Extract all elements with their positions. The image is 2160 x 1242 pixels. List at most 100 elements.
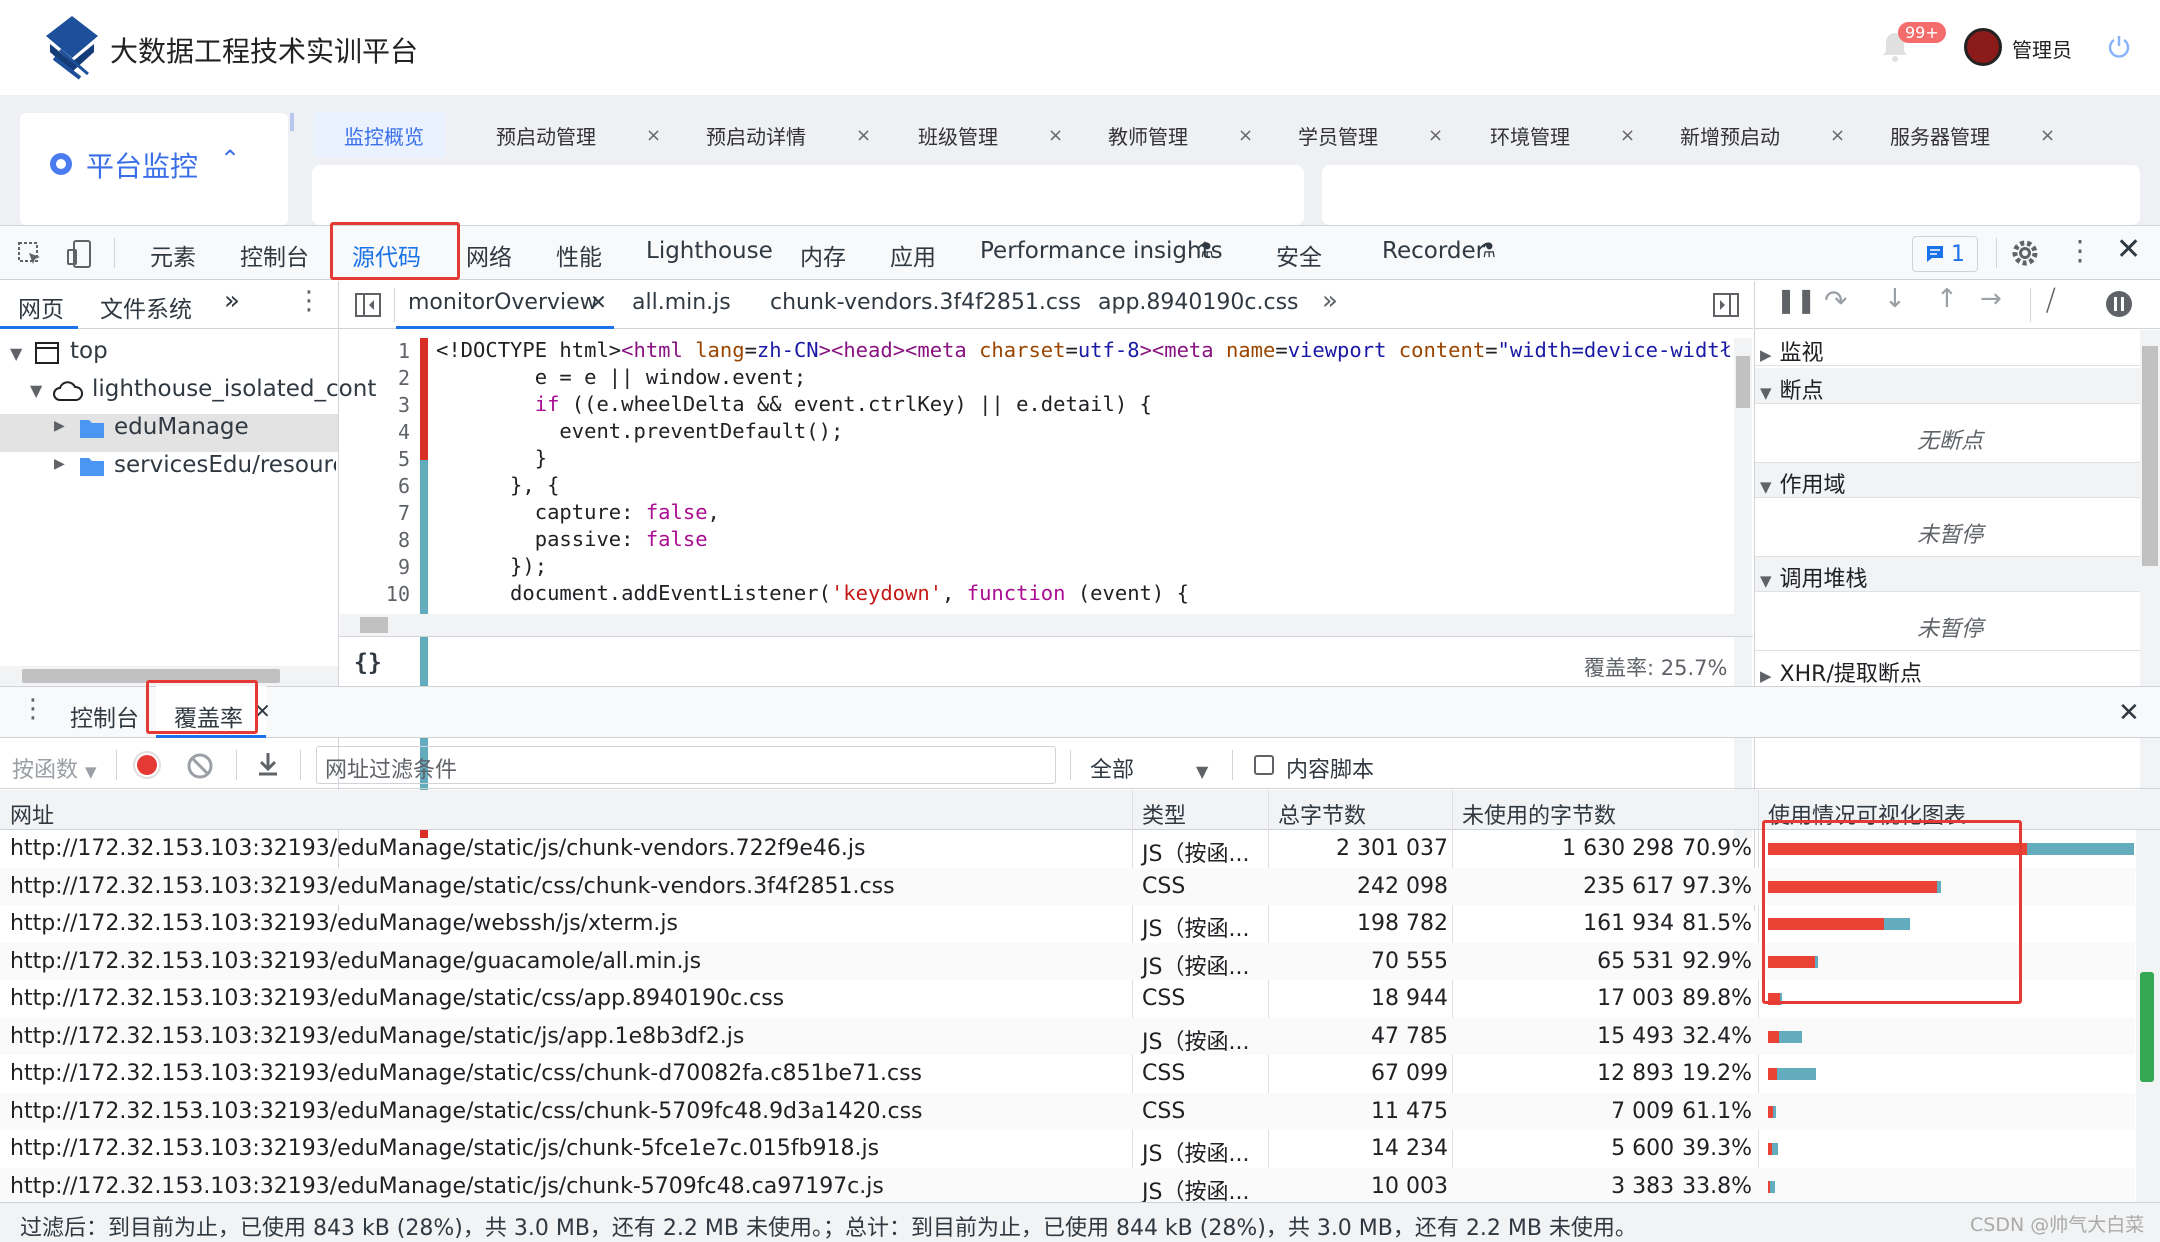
close-tab-icon[interactable]: × [1238, 125, 1253, 146]
collapsed-arrow-icon[interactable]: ▶ [54, 456, 65, 472]
line-number[interactable]: 2 [360, 366, 410, 390]
app-tab[interactable]: 学员管理 × [1298, 112, 1443, 158]
devtools-tab[interactable]: Lighthouse [646, 238, 773, 264]
code-line[interactable]: }); [436, 554, 547, 578]
step-over-icon[interactable]: ↷ [1824, 284, 1847, 317]
close-tab-icon[interactable]: × [1048, 125, 1063, 146]
code-line[interactable]: }, { [436, 473, 559, 497]
scrollbar-thumb[interactable] [2142, 346, 2158, 566]
settings-gear-icon[interactable] [2010, 238, 2040, 268]
tree-item-top[interactable]: top [70, 338, 108, 364]
app-tab[interactable]: 预启动详情 × [706, 112, 871, 158]
line-number[interactable]: 8 [360, 528, 410, 552]
close-tab-icon[interactable]: × [1428, 125, 1443, 146]
table-row[interactable]: http://172.32.153.103:32193/eduManage/st… [0, 1017, 2135, 1055]
devtools-tab[interactable]: 网络 [466, 238, 512, 272]
file-tab[interactable]: chunk-vendors.3f4f2851.css [770, 290, 1081, 315]
code-line[interactable]: <!DOCTYPE html><html lang=zh-CN><head><m… [436, 338, 1732, 362]
pretty-print-button[interactable]: {} [354, 650, 382, 676]
app-tab[interactable]: 环境管理 × [1490, 112, 1635, 158]
close-tab-icon[interactable]: × [646, 125, 661, 146]
close-devtools-icon[interactable]: ✕ [2116, 232, 2141, 267]
toggle-navigator-icon[interactable] [354, 292, 382, 318]
line-number[interactable]: 3 [360, 393, 410, 417]
pause-on-exceptions-icon[interactable] [2104, 289, 2134, 319]
editor-h-scrollbar[interactable] [340, 614, 1734, 636]
pause-icon[interactable]: ❚❚ [1776, 286, 1816, 314]
close-file-tab-icon[interactable]: ✕ [590, 290, 607, 314]
line-number[interactable]: 5 [360, 447, 410, 471]
app-tab[interactable]: 监控概览 [344, 112, 424, 158]
export-download-icon[interactable] [254, 750, 282, 778]
tree-item-edumanage[interactable]: eduManage [114, 414, 249, 440]
chevron-up-icon[interactable]: ⌃ [220, 145, 240, 173]
col-header-unused[interactable]: 未使用的字节数 [1462, 798, 1616, 830]
more-tabs-chevron-icon[interactable]: » [224, 286, 240, 316]
issues-button[interactable]: 1 [1912, 236, 1978, 272]
app-tab[interactable]: 预启动管理 × [496, 112, 661, 158]
close-tab-icon[interactable]: × [1830, 125, 1845, 146]
step-into-icon[interactable]: ↓ [1884, 284, 1906, 314]
expand-arrow-icon[interactable]: ▼ [10, 344, 22, 363]
app-tab[interactable]: 教师管理 × [1108, 112, 1253, 158]
coverage-mode-select[interactable]: 按函数 ▼ [12, 752, 97, 784]
table-row[interactable]: http://172.32.153.103:32193/eduManage/st… [0, 1055, 2135, 1093]
file-tab[interactable]: all.min.js [632, 290, 731, 315]
tree-item-lighthouse[interactable]: lighthouse_isolated_cont [92, 376, 376, 402]
more-vert-icon[interactable]: ⋮ [296, 286, 322, 316]
devtools-tab[interactable]: 控制台 [240, 238, 309, 272]
clear-icon[interactable] [186, 752, 214, 780]
file-tab[interactable]: app.8940190c.css [1098, 290, 1299, 315]
close-tab-icon[interactable]: × [856, 125, 871, 146]
code-line[interactable]: document.addEventListener('keydown', fun… [436, 581, 1189, 605]
power-icon[interactable] [2106, 34, 2132, 60]
section-xhr[interactable]: ▶ XHR/提取断点 [1760, 656, 2140, 688]
table-row[interactable]: http://172.32.153.103:32193/eduManage/st… [0, 1130, 2135, 1168]
devtools-tab[interactable]: 安全 [1276, 238, 1322, 272]
col-header-url[interactable]: 网址 [10, 798, 54, 830]
toggle-debugger-icon[interactable] [1712, 292, 1740, 318]
close-tab-icon[interactable]: × [2040, 125, 2055, 146]
line-number[interactable]: 1 [360, 339, 410, 363]
file-tab[interactable]: monitorOverview [408, 290, 598, 315]
devtools-tab[interactable]: 性能 [556, 238, 602, 272]
line-number[interactable]: 6 [360, 474, 410, 498]
code-line[interactable]: capture: false, [436, 500, 720, 524]
tree-item-servicesedu[interactable]: servicesEdu/resources/ [114, 452, 336, 478]
close-drawer-icon[interactable]: ✕ [2118, 698, 2140, 728]
code-line[interactable]: e = e || window.event; [436, 365, 1726, 389]
section-watch[interactable]: ▶ 监视 [1760, 335, 2140, 367]
scrollbar-thumb[interactable] [360, 617, 388, 633]
devtools-tab[interactable]: 内存 [800, 238, 846, 272]
table-row[interactable]: http://172.32.153.103:32193/eduManage/st… [0, 1167, 2135, 1205]
code-line[interactable]: passive: false [436, 527, 708, 551]
avatar[interactable] [1964, 28, 2002, 66]
code-line[interactable]: event.preventDefault(); [436, 419, 843, 443]
devtools-tab[interactable]: Performance insights [980, 238, 1223, 264]
collapsed-arrow-icon[interactable]: ▶ [54, 418, 65, 434]
sidebar-menu-platform-monitor[interactable]: 平台监控 [86, 145, 198, 185]
inspect-element-icon[interactable] [16, 240, 44, 268]
line-number[interactable]: 4 [360, 420, 410, 444]
table-row[interactable]: http://172.32.153.103:32193/eduManage/st… [0, 1092, 2135, 1130]
user-name[interactable]: 管理员 [2012, 34, 2072, 63]
drawer-tab-console[interactable]: 控制台 [70, 699, 139, 733]
line-number[interactable]: 7 [360, 501, 410, 525]
record-icon[interactable] [132, 750, 162, 780]
content-scripts-checkbox[interactable] [1254, 755, 1274, 775]
devtools-tab[interactable]: 元素 [150, 238, 196, 272]
section-breakpoints[interactable]: ▼ 断点 [1760, 373, 2140, 405]
step-out-icon[interactable]: ↑ [1936, 284, 1958, 314]
col-header-type[interactable]: 类型 [1142, 798, 1186, 830]
code-line[interactable]: } [436, 446, 547, 470]
app-tab[interactable]: 服务器管理 × [1890, 112, 2055, 158]
line-number[interactable]: 9 [360, 555, 410, 579]
expand-arrow-icon[interactable]: ▼ [30, 381, 42, 400]
scrollbar-thumb[interactable] [1736, 356, 1750, 408]
drawer-menu-icon[interactable]: ⋮ [20, 694, 46, 724]
url-filter-input[interactable]: 网址过滤条件 [316, 746, 1056, 784]
close-tab-icon[interactable]: × [1620, 125, 1635, 146]
devtools-tab[interactable]: Recorder [1382, 238, 1485, 264]
more-file-tabs-icon[interactable]: » [1322, 286, 1338, 316]
more-vert-icon[interactable]: ⋮ [2066, 234, 2094, 267]
